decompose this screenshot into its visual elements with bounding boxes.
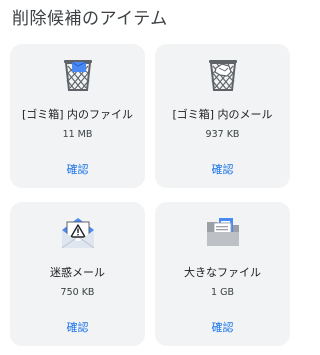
- trash-bin-mail-icon: [203, 54, 243, 94]
- large-files-folder-icon: [203, 212, 243, 252]
- card-label: [ゴミ箱] 内のメール: [172, 108, 273, 121]
- page-title: 削除候補のアイテム: [12, 9, 168, 29]
- review-button[interactable]: 確認: [206, 317, 240, 337]
- trash-bin-files-icon: [58, 54, 98, 94]
- card-label: 大きなファイル: [184, 266, 261, 279]
- storage-cleanup-page: 削除候補のアイテム [ゴミ箱] 内のファイル 11 MB 確認 [ゴミ箱] 内の…: [0, 0, 300, 355]
- card-trash-files[interactable]: [ゴミ箱] 内のファイル 11 MB 確認: [10, 44, 145, 188]
- review-button[interactable]: 確認: [61, 159, 95, 179]
- card-size: 1 GB: [211, 287, 234, 298]
- review-button[interactable]: 確認: [206, 159, 240, 179]
- card-label: [ゴミ箱] 内のファイル: [21, 108, 134, 121]
- card-label: 迷惑メール: [50, 266, 105, 279]
- card-size: 11 MB: [62, 129, 93, 140]
- card-size: 937 KB: [205, 129, 240, 140]
- card-spam-mail[interactable]: 迷惑メール 750 KB 確認: [10, 202, 145, 346]
- card-trash-mail[interactable]: [ゴミ箱] 内のメール 937 KB 確認: [155, 44, 290, 188]
- spam-mail-warning-icon: [58, 212, 98, 252]
- review-button[interactable]: 確認: [61, 317, 95, 337]
- card-large-files[interactable]: 大きなファイル 1 GB 確認: [155, 202, 290, 346]
- cleanup-card-grid: [ゴミ箱] 内のファイル 11 MB 確認 [ゴミ箱] 内のメール 937 KB…: [10, 44, 290, 346]
- card-size: 750 KB: [60, 287, 95, 298]
